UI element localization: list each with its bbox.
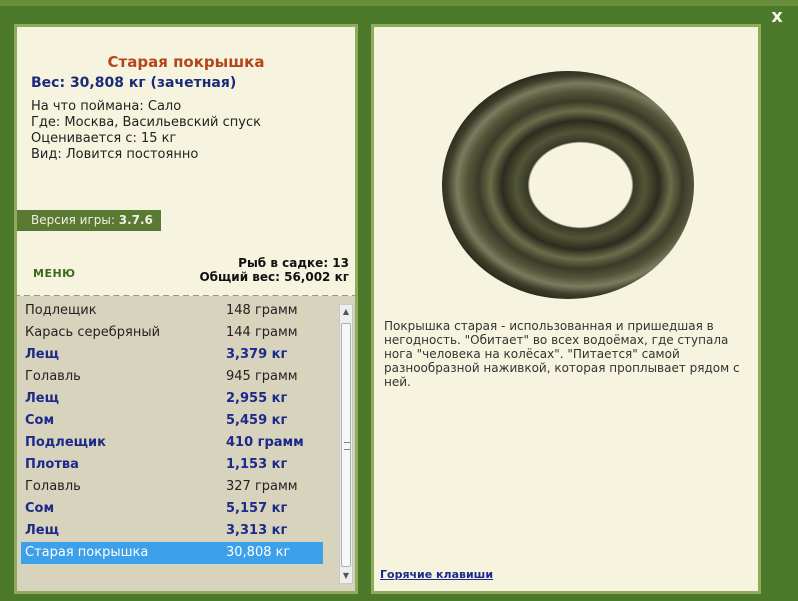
catch-row[interactable]: Сом 5,157 кг xyxy=(21,498,323,520)
hotkeys-link[interactable]: Горячие клавиши xyxy=(380,568,493,581)
catch-row[interactable]: Лещ 3,379 кг xyxy=(21,344,323,366)
version-value: 3.7.6 xyxy=(118,213,153,227)
catch-weight: 945 грамм xyxy=(226,369,298,384)
version-badge: Версия игры: 3.7.6 xyxy=(17,210,161,231)
catch-name: Подлещик xyxy=(25,303,97,318)
catch-name: Плотва xyxy=(25,457,79,472)
catch-weight: 5,157 кг xyxy=(226,501,288,516)
catch-list: Подлещик 148 грамм Карась серебряный 144 гр… xyxy=(14,296,358,594)
list-scrollbar[interactable]: ▲ ▼ xyxy=(339,304,353,584)
fish-valued: Оценивается с: 15 кг xyxy=(31,131,177,146)
scroll-down-icon[interactable]: ▼ xyxy=(340,569,352,583)
fish-detail-panel: Покрышка старая - использованная и прише… xyxy=(371,24,761,594)
fish-title: Старая покрышка xyxy=(107,53,265,71)
catch-name: Голавль xyxy=(25,369,81,384)
catch-weight: 3,379 кг xyxy=(226,347,288,362)
tire-image xyxy=(442,71,694,299)
version-label: Версия игры: xyxy=(31,213,115,227)
catch-name: Лещ xyxy=(25,523,59,538)
catch-name: Старая покрышка xyxy=(25,545,149,560)
scroll-up-icon[interactable]: ▲ xyxy=(340,305,352,319)
catch-weight: 144 грамм xyxy=(226,325,298,340)
fish-kind: Вид: Ловится постоянно xyxy=(31,147,199,162)
catch-weight: 5,459 кг xyxy=(226,413,288,428)
keep-net-count: Рыб в садке: 13 xyxy=(238,256,349,270)
scroll-thumb[interactable] xyxy=(341,323,351,567)
catch-row[interactable]: Плотва 1,153 кг xyxy=(21,454,323,476)
catch-row[interactable]: Голавль 945 грамм xyxy=(21,366,323,388)
catch-name: Лещ xyxy=(25,391,59,406)
catch-name: Сом xyxy=(25,501,55,516)
fish-bait: На что поймана: Сало xyxy=(31,99,182,114)
fish-info-panel: Старая покрышка Вес: 30,808 кг (зачетная… xyxy=(14,24,358,300)
keep-net-summary: Рыб в садке: 13 Общий вес: 56,002 кг xyxy=(199,256,349,284)
catch-name: Сом xyxy=(25,413,55,428)
keep-net-total: Общий вес: 56,002 кг xyxy=(199,270,349,284)
menu-button[interactable]: МЕНЮ xyxy=(33,267,76,280)
catch-row[interactable]: Сом 5,459 кг xyxy=(21,410,323,432)
catch-row[interactable]: Лещ 3,313 кг xyxy=(21,520,323,542)
catch-row[interactable]: Старая покрышка 30,808 кг xyxy=(21,542,323,564)
fish-weight: Вес: 30,808 кг (зачетная) xyxy=(31,75,237,91)
catch-row[interactable]: Подлещик 410 грамм xyxy=(21,432,323,454)
top-strip xyxy=(0,0,798,6)
catch-weight: 148 грамм xyxy=(226,303,298,318)
catch-row[interactable]: Голавль 327 грамм xyxy=(21,476,323,498)
catch-weight: 30,808 кг xyxy=(226,545,291,560)
catch-weight: 410 грамм xyxy=(226,435,304,450)
catch-row[interactable]: Лещ 2,955 кг xyxy=(21,388,323,410)
close-button[interactable]: x xyxy=(766,6,788,28)
fish-place: Где: Москва, Васильевский спуск xyxy=(31,115,261,130)
catch-weight: 327 грамм xyxy=(226,479,298,494)
catch-name: Лещ xyxy=(25,347,59,362)
catch-row[interactable]: Подлещик 148 грамм xyxy=(21,300,323,322)
fish-description: Покрышка старая - использованная и прише… xyxy=(384,319,740,389)
catch-weight: 1,153 кг xyxy=(226,457,288,472)
catch-name: Голавль xyxy=(25,479,81,494)
catch-name: Карась серебряный xyxy=(25,325,161,340)
catch-name: Подлещик xyxy=(25,435,106,450)
catch-weight: 2,955 кг xyxy=(226,391,288,406)
catch-weight: 3,313 кг xyxy=(226,523,288,538)
catch-row[interactable]: Карась серебряный 144 грамм xyxy=(21,322,323,344)
